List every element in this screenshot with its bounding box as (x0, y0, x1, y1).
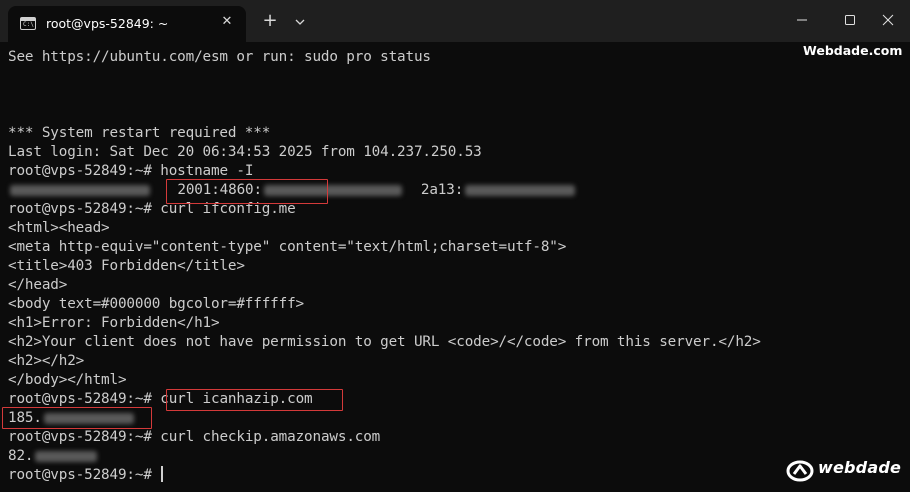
terminal-line: <html><head> (8, 220, 110, 236)
highlight-box (2, 407, 152, 429)
terminal-line: root@vps-52849:~# (8, 466, 163, 485)
tab-close-icon[interactable]: ✕ (218, 13, 236, 31)
redacted-ip (10, 184, 150, 196)
terminal-line: <h2>Your client does not have permission… (8, 334, 761, 350)
terminal-line: <body text=#000000 bgcolor=#ffffff> (8, 296, 305, 312)
logo-text: webdade (818, 458, 902, 477)
title-bar: C:\ root@vps-52849: ~ ✕ + (0, 0, 910, 42)
terminal-line: 82. (8, 447, 99, 466)
terminal-output[interactable]: See https://ubuntu.com/esm or run: sudo … (0, 42, 910, 492)
terminal-line: root@vps-52849:~# curl checkip.amazonaws… (8, 428, 380, 447)
shell-prompt: root@vps-52849:~# (8, 429, 152, 445)
terminal-line: See https://ubuntu.com/esm or run: sudo … (8, 49, 431, 65)
terminal-line: <h1>Error: Forbidden</h1> (8, 315, 220, 331)
highlight-box (166, 389, 343, 411)
highlight-box (166, 179, 328, 204)
terminal-line: </head> (8, 277, 68, 293)
terminal-line: <h2></h2> (8, 353, 85, 369)
terminal-line: <title>403 Forbidden</title> (8, 258, 245, 274)
ip-prefix: 82. (8, 448, 34, 464)
terminal-line: Last login: Sat Dec 20 06:34:53 2025 fro… (8, 144, 482, 160)
shell-prompt: root@vps-52849:~# (8, 163, 152, 179)
text-cursor (161, 466, 163, 482)
watermark-text: Webdade.com (803, 43, 903, 58)
shell-prompt: root@vps-52849:~# (8, 467, 152, 483)
shell-command: hostname -I (160, 163, 254, 179)
shell-prompt: root@vps-52849:~# (8, 391, 152, 407)
terminal-line: <meta http-equiv="content-type" content=… (8, 239, 567, 255)
terminal-line: </body></html> (8, 372, 127, 388)
watermark-logo: webdade (786, 456, 904, 484)
shell-command: curl checkip.amazonaws.com (160, 429, 381, 445)
terminal-line: *** System restart required *** (8, 125, 271, 141)
terminal-tab[interactable]: C:\ root@vps-52849: ~ ✕ (8, 6, 246, 42)
redacted-ip (35, 450, 98, 462)
shell-prompt: root@vps-52849:~# (8, 201, 152, 217)
close-window-button[interactable] (866, 0, 910, 40)
chevron-down-icon[interactable] (290, 10, 310, 34)
minimize-button[interactable] (778, 0, 824, 40)
terminal-icon: C:\ (20, 17, 36, 30)
tab-title: root@vps-52849: ~ (46, 16, 169, 31)
redacted-ip (465, 184, 576, 196)
logo-icon (786, 458, 814, 482)
ipv6-prefix: 2a13: (420, 182, 464, 198)
new-tab-button[interactable]: + (258, 10, 282, 34)
